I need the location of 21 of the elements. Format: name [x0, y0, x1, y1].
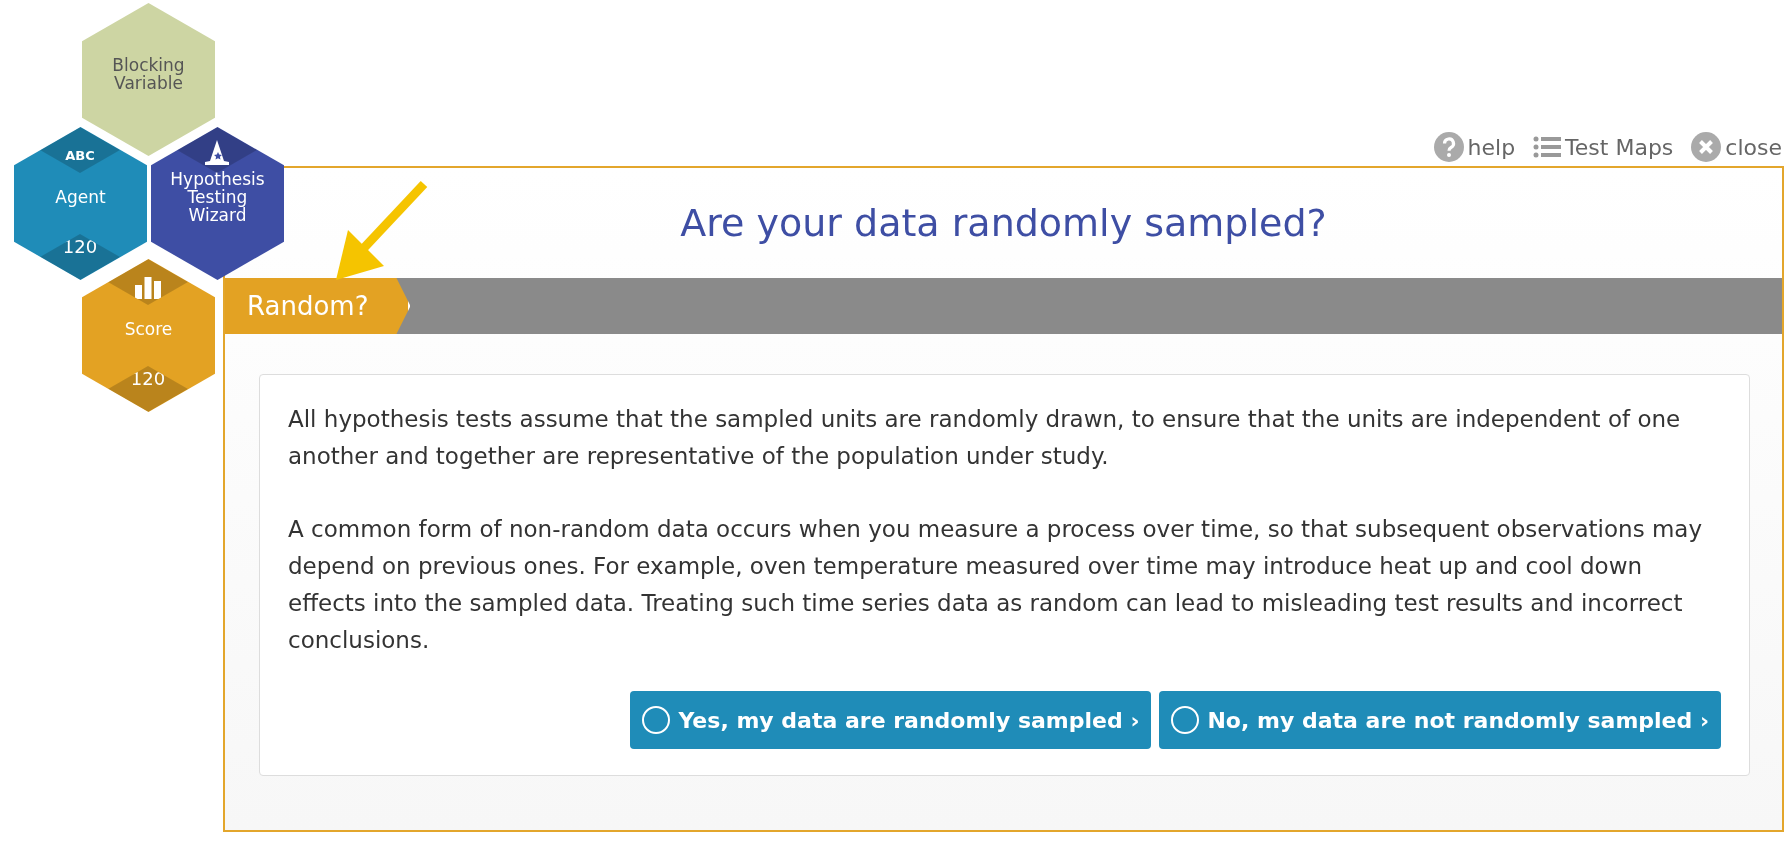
list-link[interactable]: Test Maps — [1533, 134, 1674, 160]
list-icon — [1533, 136, 1562, 158]
tile-count: 120 — [130, 370, 166, 388]
tile-label: Score — [123, 319, 174, 338]
tile-count: 120 — [62, 238, 98, 256]
question-title: Are your data randomly sampled? — [680, 201, 1327, 245]
hex-tile[interactable]: Score 120 — [82, 259, 215, 412]
help-link[interactable]: help — [1433, 132, 1516, 162]
answer-button[interactable]: No, my data are not randomly sampled › — [1159, 691, 1721, 749]
tile-label: Blocking Variable — [111, 55, 186, 92]
tile-label: Agent — [54, 187, 107, 206]
paragraph: All hypothesis tests assume that the sampled units are randomly drawn, to ensure that the units are independent of one another and together are representative of the population under study. — [288, 405, 1682, 471]
bar-chart-icon — [134, 275, 162, 299]
hex-tile[interactable]: ABC Agent 120 — [14, 127, 147, 280]
close-link[interactable]: close — [1691, 132, 1782, 162]
wizard-hat-icon — [204, 139, 230, 167]
close-icon — [1691, 132, 1722, 162]
paragraph: A common form of non-random data occurs when you measure a process over time, so that subsequent observations may depend on previous ones. For example, oven temperature measured over time may introduce heat up and cool down effects into the sampled data. Treating such time series data as random can lead to misleading test results and incorrect conclusions. — [288, 515, 1704, 655]
help-icon — [1433, 132, 1464, 162]
tile-label: Hypothesis Testing Wizard — [169, 169, 266, 224]
answer-button[interactable]: Yes, my data are randomly sampled › — [630, 691, 1152, 749]
